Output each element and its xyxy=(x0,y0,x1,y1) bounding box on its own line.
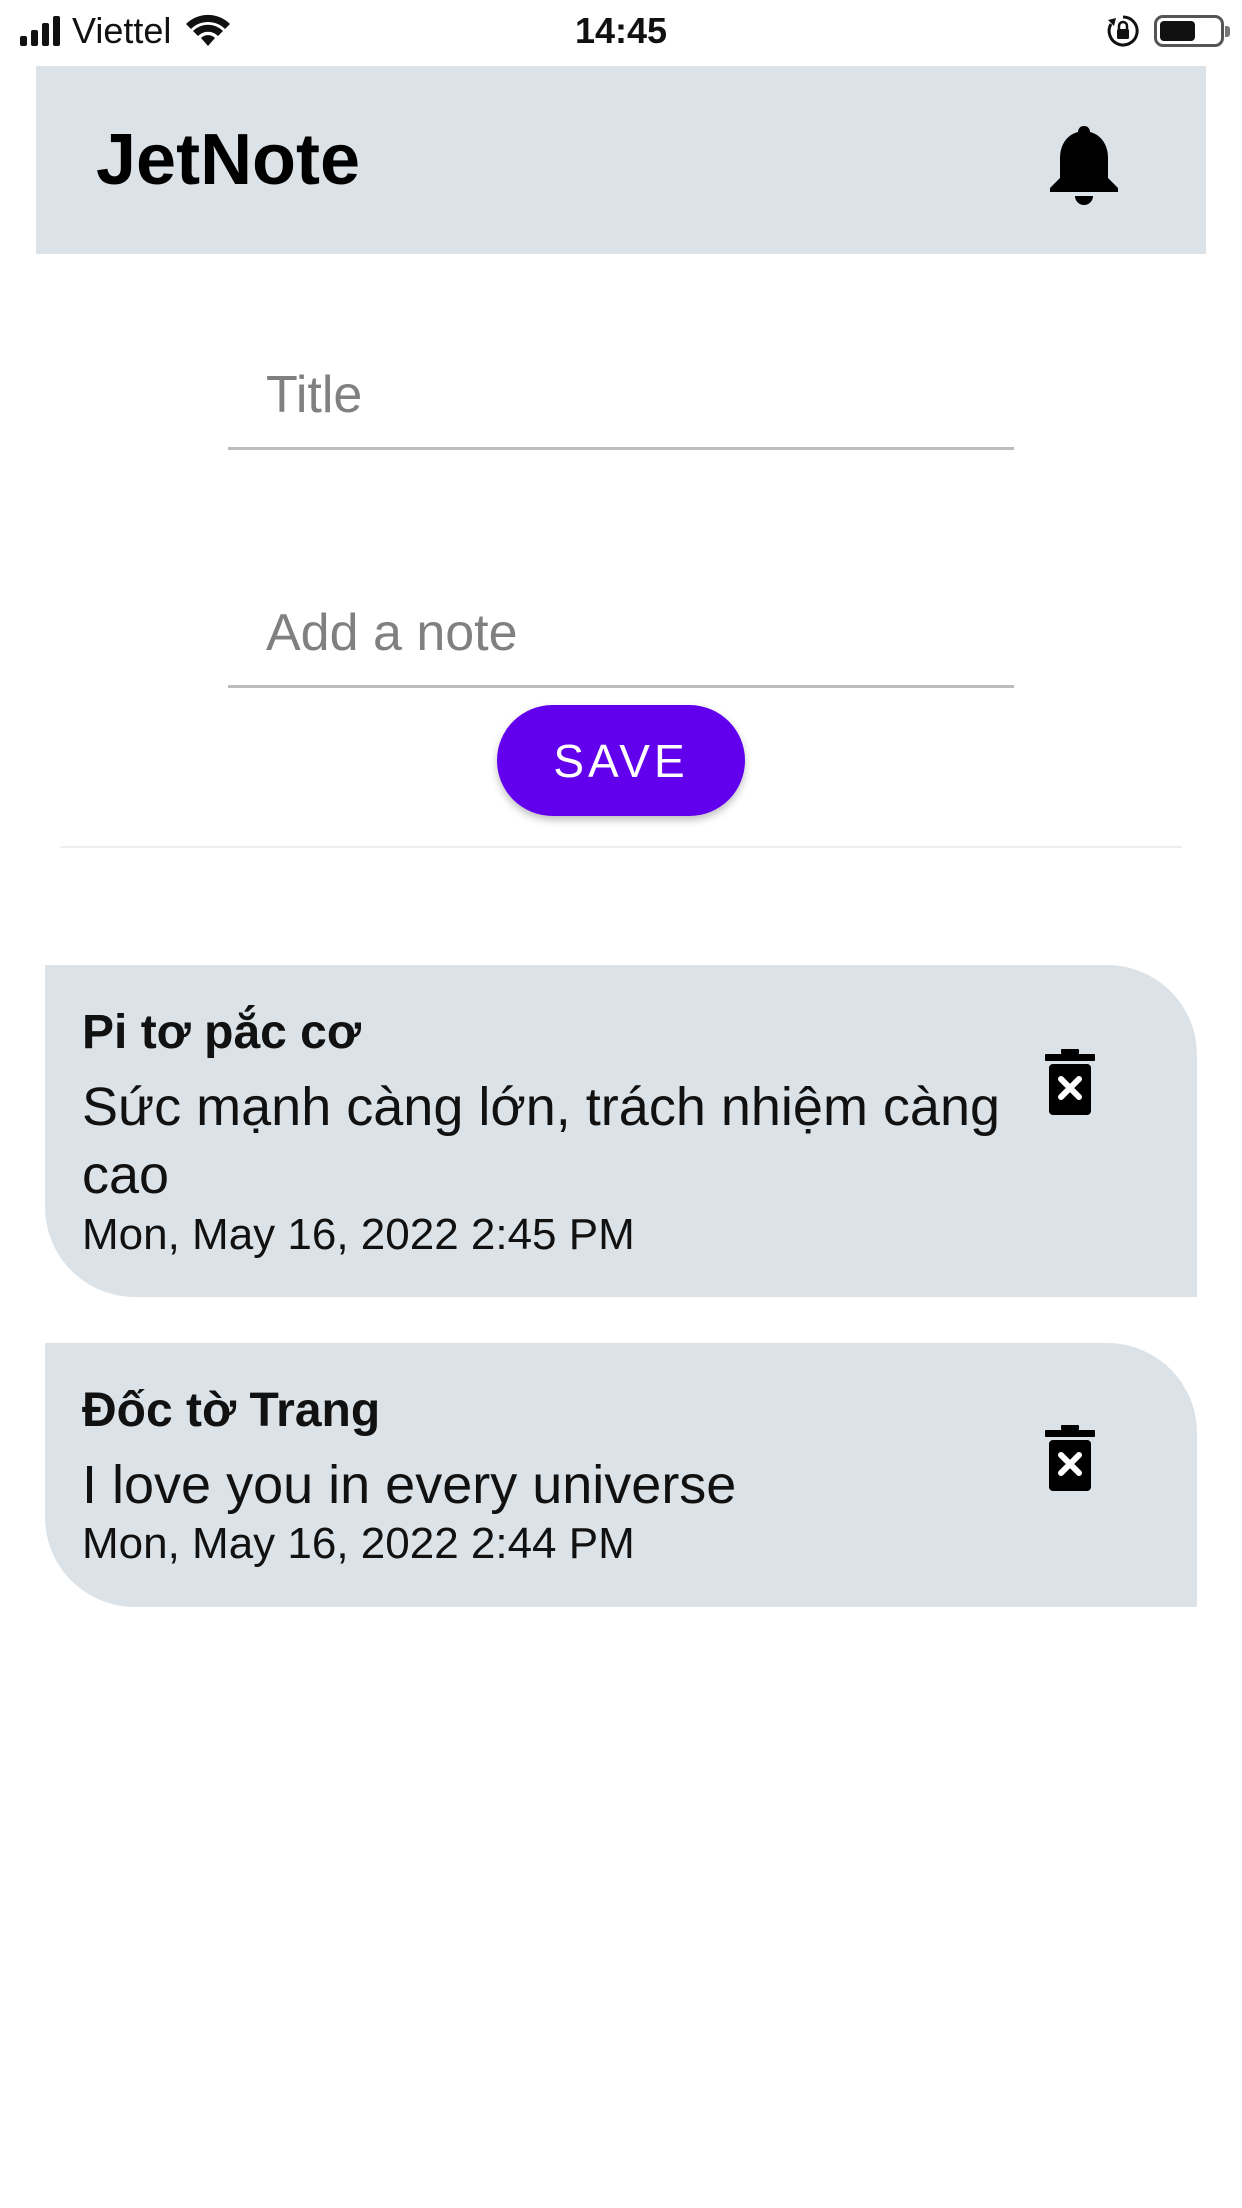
rotation-lock-icon xyxy=(1107,15,1139,47)
battery-icon xyxy=(1154,15,1230,47)
app-bar: JetNote xyxy=(36,66,1206,254)
note-body: Sức mạnh càng lớn, trách nhiệm càng cao xyxy=(82,1077,1001,1205)
title-input[interactable] xyxy=(266,360,986,430)
save-button[interactable]: SAVE xyxy=(497,705,745,816)
note-title: Đốc tờ Trang xyxy=(82,1384,381,1437)
note-title: Pi tơ pắc cơ xyxy=(82,1006,361,1059)
bell-icon[interactable] xyxy=(1044,120,1124,206)
status-bar-right xyxy=(1106,10,1230,52)
note-body: I love you in every universe xyxy=(82,1455,737,1515)
note-input[interactable] xyxy=(266,598,986,668)
trash-icon[interactable] xyxy=(1045,1049,1095,1115)
note-date: Mon, May 16, 2022 2:44 PM xyxy=(82,1519,635,1568)
title-field xyxy=(228,340,1014,450)
note-field xyxy=(228,578,1014,688)
status-time: 14:45 xyxy=(574,10,668,51)
note-card[interactable]: Đốc tờ Trang I love you in every univers… xyxy=(45,1343,1197,1607)
trash-icon[interactable] xyxy=(1045,1425,1095,1491)
status-bar: Viettel 14:45 xyxy=(0,0,1242,62)
app-title: JetNote xyxy=(96,120,361,200)
note-card[interactable]: Pi tơ pắc cơ Sức mạnh càng lớn, trách nh… xyxy=(45,965,1197,1297)
note-date: Mon, May 16, 2022 2:45 PM xyxy=(82,1210,635,1259)
divider xyxy=(60,846,1182,848)
